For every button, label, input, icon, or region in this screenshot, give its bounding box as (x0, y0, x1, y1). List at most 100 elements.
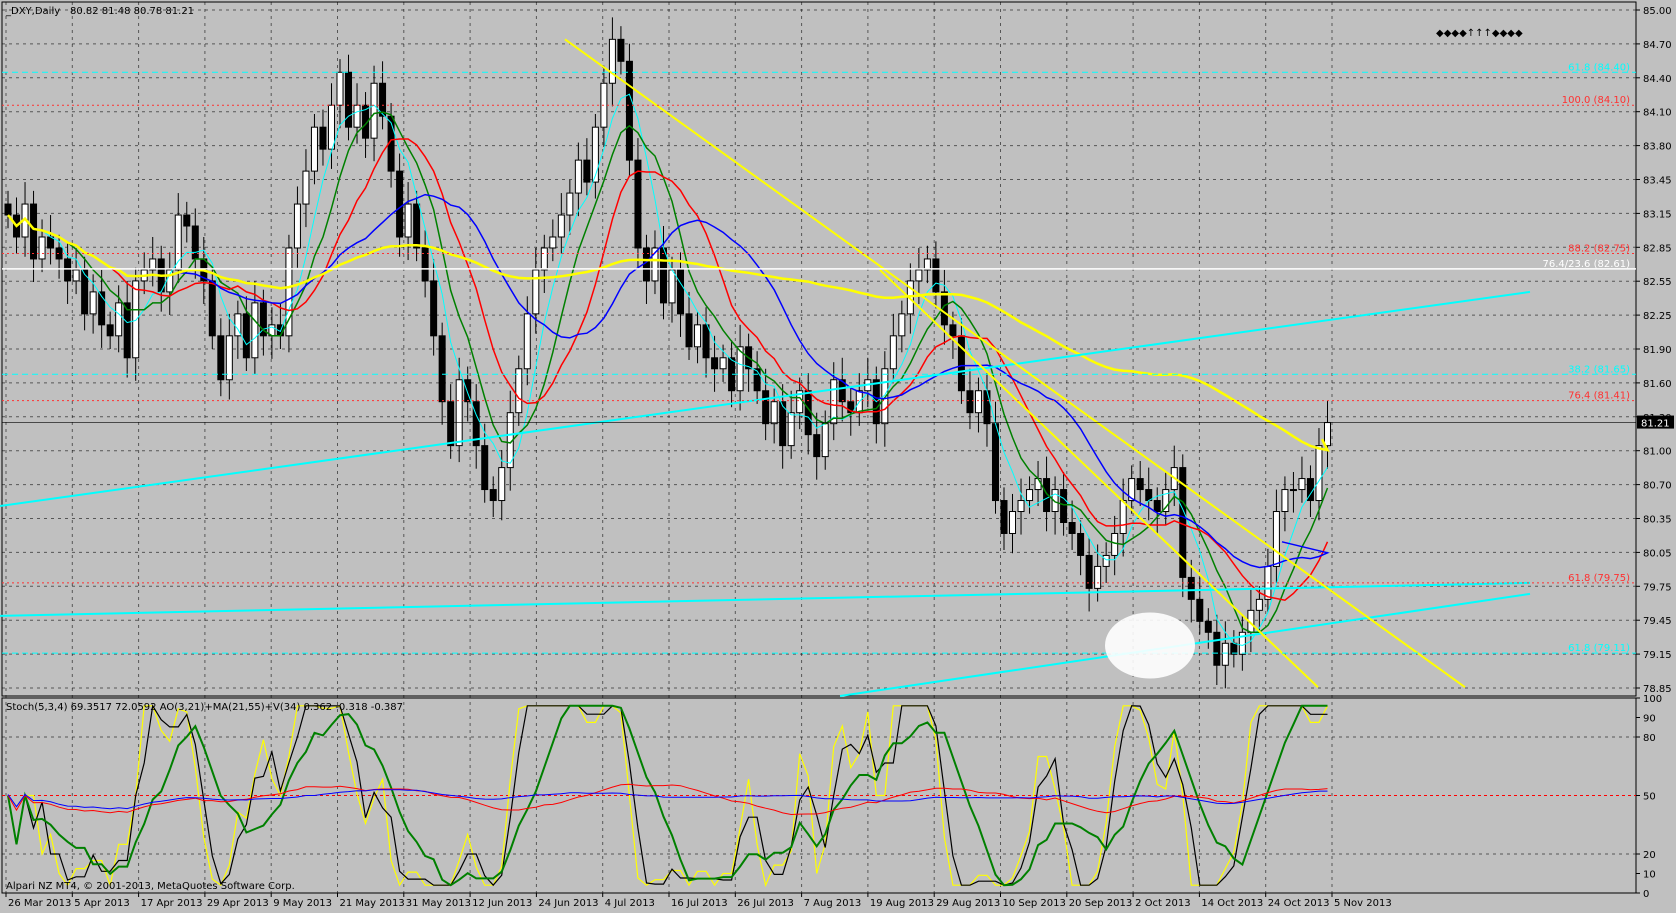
candle[interactable] (132, 280, 140, 359)
dxy-chart[interactable]: 85.00 84.70 84.40 84.10 83.80 83.45 83.15 82.85… (0, 0, 1676, 910)
candle[interactable] (1085, 554, 1093, 589)
candle[interactable] (617, 38, 625, 62)
candle[interactable] (447, 401, 455, 447)
candle[interactable] (421, 247, 429, 282)
candle[interactable] (1136, 478, 1144, 491)
candle[interactable] (370, 82, 378, 139)
candle[interactable] (898, 313, 906, 337)
candle[interactable] (625, 60, 633, 161)
candle[interactable] (1153, 500, 1161, 513)
candle[interactable] (694, 324, 702, 348)
candle[interactable] (404, 203, 412, 238)
candle[interactable] (1111, 532, 1119, 556)
candle[interactable] (753, 368, 761, 392)
candle[interactable] (1017, 500, 1025, 513)
candle[interactable] (591, 126, 599, 183)
candle[interactable] (183, 214, 191, 227)
candle[interactable] (1323, 422, 1331, 447)
candle[interactable] (1102, 554, 1110, 567)
candle[interactable] (813, 434, 821, 458)
candle[interactable] (1196, 598, 1204, 622)
candle[interactable] (38, 236, 46, 260)
candle[interactable] (583, 159, 591, 183)
candle[interactable] (566, 192, 574, 216)
candle[interactable] (1060, 489, 1068, 524)
candle[interactable] (540, 247, 548, 271)
candle[interactable] (1281, 489, 1289, 513)
candle[interactable] (353, 104, 361, 128)
candle[interactable] (991, 423, 999, 502)
candle[interactable] (574, 159, 582, 194)
candle[interactable] (1230, 642, 1238, 655)
candle[interactable] (549, 236, 557, 249)
candle[interactable] (336, 71, 344, 106)
candle[interactable] (208, 280, 216, 337)
candle[interactable] (1000, 500, 1008, 534)
candle[interactable] (64, 258, 72, 282)
candle[interactable] (949, 324, 957, 337)
candle[interactable] (821, 423, 829, 458)
candle[interactable] (702, 324, 710, 359)
chart-svg[interactable]: 85.00 84.70 84.40 84.10 83.80 83.45 83.15 82.85… (0, 0, 1676, 910)
candle[interactable] (983, 390, 991, 425)
candle[interactable] (396, 170, 404, 238)
candle[interactable] (106, 324, 114, 337)
candle[interactable] (770, 401, 778, 425)
candle[interactable] (608, 38, 616, 84)
candle[interactable] (413, 203, 421, 249)
candle[interactable] (47, 236, 55, 249)
candle[interactable] (1289, 489, 1297, 492)
candle[interactable] (327, 104, 335, 150)
candle[interactable] (481, 445, 489, 491)
candle[interactable] (932, 258, 940, 293)
candle[interactable] (677, 269, 685, 315)
candle[interactable] (4, 203, 12, 216)
candle[interactable] (217, 335, 225, 381)
candle[interactable] (123, 302, 131, 359)
candle[interactable] (293, 203, 301, 249)
candle[interactable] (1077, 532, 1085, 556)
candle[interactable] (515, 368, 523, 414)
candle[interactable] (1204, 620, 1212, 633)
candle[interactable] (711, 357, 719, 370)
candle[interactable] (804, 390, 812, 436)
candle[interactable] (55, 247, 63, 260)
candle[interactable] (523, 313, 531, 370)
candle[interactable] (489, 489, 497, 502)
candle[interactable] (1068, 522, 1076, 534)
candle[interactable] (685, 313, 693, 348)
candle[interactable] (889, 335, 897, 370)
candle[interactable] (89, 291, 97, 315)
candle[interactable] (719, 357, 727, 370)
candle[interactable] (115, 302, 123, 337)
candle[interactable] (915, 269, 923, 282)
candle[interactable] (957, 335, 965, 392)
candle[interactable] (1272, 511, 1280, 567)
candle[interactable] (225, 335, 233, 381)
candle[interactable] (1221, 642, 1229, 666)
candle[interactable] (966, 390, 974, 414)
candle[interactable] (302, 170, 310, 205)
candle[interactable] (634, 159, 642, 249)
candle[interactable] (1009, 511, 1017, 534)
candle[interactable] (787, 412, 795, 447)
candle[interactable] (557, 214, 565, 238)
candle[interactable] (498, 467, 506, 502)
candle[interactable] (438, 335, 446, 403)
candle[interactable] (642, 247, 650, 282)
candle[interactable] (319, 126, 327, 150)
candle[interactable] (974, 390, 982, 414)
candle[interactable] (1034, 478, 1042, 491)
candle[interactable] (1094, 565, 1102, 589)
candle[interactable] (430, 280, 438, 337)
candle[interactable] (1187, 576, 1195, 600)
candle[interactable] (1315, 445, 1323, 502)
candle[interactable] (1213, 631, 1221, 666)
candle[interactable] (1119, 500, 1127, 534)
candle[interactable] (455, 379, 463, 447)
candle[interactable] (1026, 489, 1034, 502)
candle[interactable] (310, 126, 318, 172)
candle[interactable] (1255, 598, 1263, 611)
candle[interactable] (72, 269, 80, 282)
candle[interactable] (242, 313, 250, 359)
